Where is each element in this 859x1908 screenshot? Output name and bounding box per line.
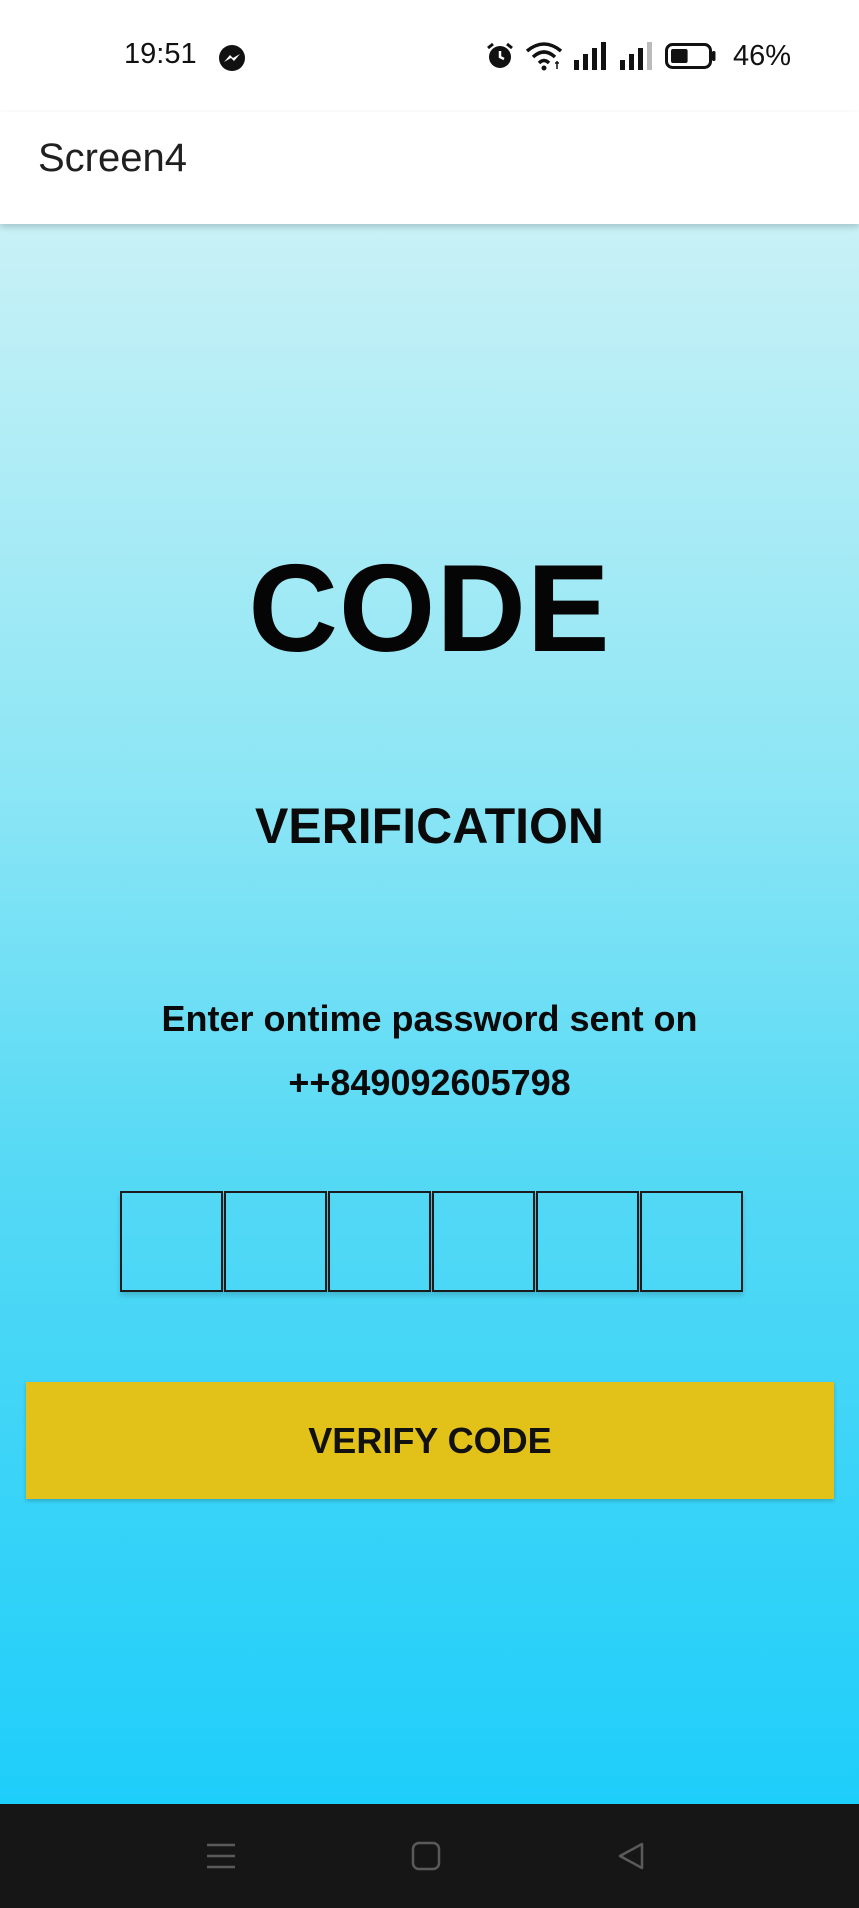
otp-digit-5[interactable] [536, 1191, 639, 1292]
app-bar: Screen4 [0, 112, 859, 224]
menu-icon[interactable] [199, 1834, 243, 1878]
app-title: Screen4 [38, 136, 187, 180]
alarm-icon [485, 41, 515, 71]
otp-digit-3[interactable] [328, 1191, 431, 1292]
home-icon[interactable] [404, 1834, 448, 1878]
status-bar: 19:51 46% [0, 0, 859, 112]
battery-percent: 46% [732, 39, 791, 72]
wifi-icon [525, 41, 563, 71]
otp-input-row [120, 1191, 744, 1292]
instruction-text: Enter ontime password sent on [161, 998, 698, 1039]
otp-digit-1[interactable] [120, 1191, 223, 1292]
back-icon[interactable] [609, 1834, 653, 1878]
status-time: 19:51 [124, 38, 197, 70]
otp-digit-6[interactable] [640, 1191, 743, 1292]
system-nav-bar [0, 1804, 859, 1908]
otp-digit-2[interactable] [224, 1191, 327, 1292]
status-icons: 46% [485, 38, 791, 74]
signal-icon [573, 42, 609, 70]
messenger-icon [218, 44, 246, 72]
signal-icon [619, 42, 655, 70]
phone-number: ++849092605798 [288, 1062, 571, 1103]
verify-code-button[interactable]: VERIFY CODE [26, 1382, 834, 1499]
headline: CODE [248, 540, 611, 678]
verification-screen: CODE VERIFICATION Enter ontime password … [0, 224, 859, 1804]
battery-icon [664, 42, 717, 70]
subhead: VERIFICATION [254, 798, 605, 854]
otp-digit-4[interactable] [432, 1191, 535, 1292]
